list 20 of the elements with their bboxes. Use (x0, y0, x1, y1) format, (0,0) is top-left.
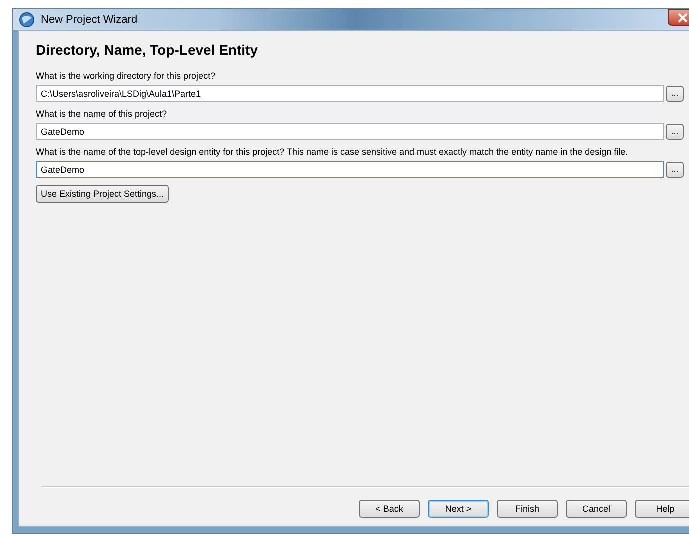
wizard-button[interactable]: Next > (428, 500, 489, 518)
wizard-button[interactable]: Cancel (566, 500, 627, 518)
field-label: What is the working directory for this project? (36, 71, 217, 81)
browse-button[interactable]: ... (666, 124, 684, 140)
wizard-button[interactable]: Finish (497, 500, 558, 518)
input-field[interactable]: GateDemo (36, 161, 664, 178)
field-label: What is the name of this project? (36, 109, 168, 119)
close-button[interactable] (668, 9, 689, 26)
wizard-button[interactable]: < Back (359, 500, 420, 518)
wizard-button[interactable]: Help (635, 500, 689, 518)
field-label: What is the name of the top-level design entity for this project? This name is case sensitive and must exactly match the entity name in the design file. (36, 147, 630, 157)
globe-icon (19, 12, 35, 28)
browse-button[interactable]: ... (666, 162, 684, 178)
window-title: New Project Wizard (41, 14, 138, 26)
use-existing-settings-button[interactable]: Use Existing Project Settings... (36, 185, 170, 203)
close-icon (678, 12, 688, 22)
input-field[interactable]: C:\Users\asroliveira\LSDig\Aula1\Parte1 (36, 85, 664, 102)
input-field[interactable]: GateDemo (36, 123, 664, 140)
browse-button[interactable]: ... (666, 86, 684, 102)
page-heading: Directory, Name, Top-Level Entity (36, 42, 259, 58)
